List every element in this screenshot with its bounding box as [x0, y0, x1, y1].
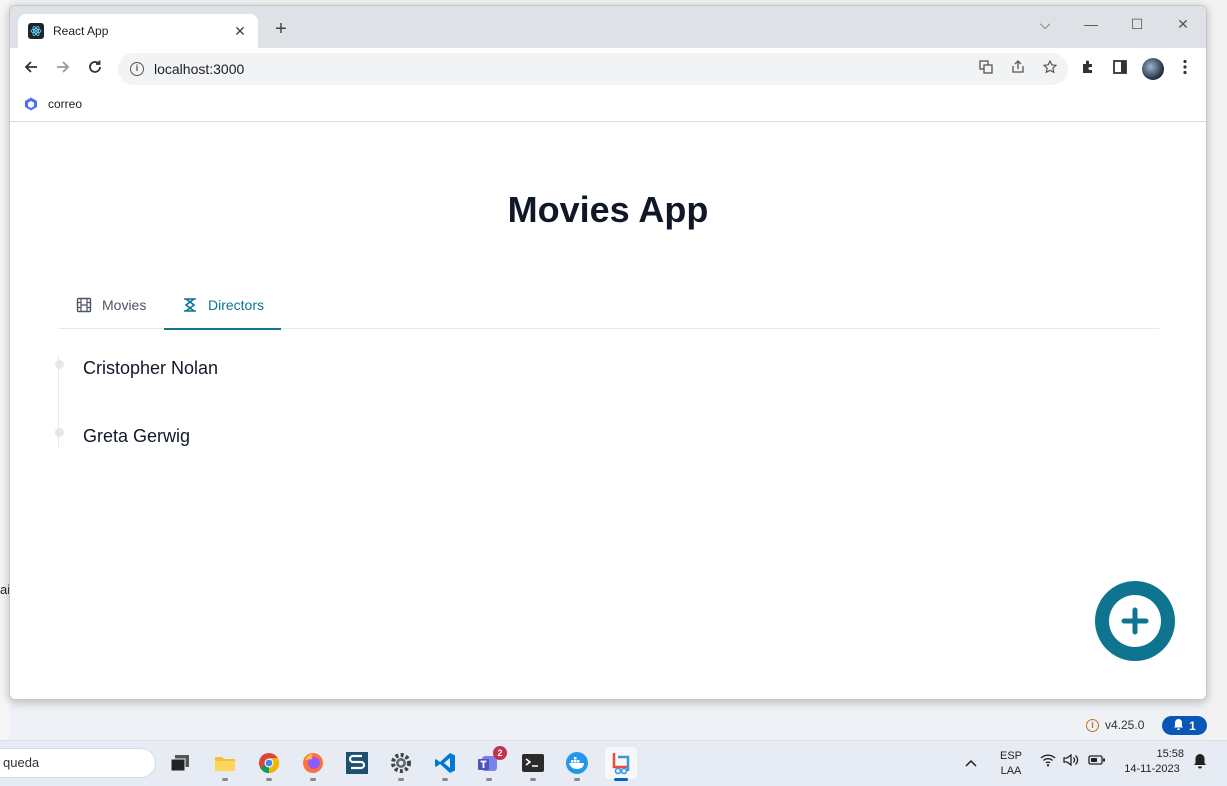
- browser-window: React App ✕ + ⌵ — ☐ ✕ i localhost:3000 c…: [9, 5, 1207, 700]
- notification-badge[interactable]: 1: [1162, 716, 1207, 735]
- plus-circle-icon: [1109, 595, 1161, 647]
- timeline-dot: [55, 360, 64, 369]
- side-panel-icon[interactable]: [1110, 59, 1130, 79]
- running-indicator: [442, 778, 448, 781]
- page-title: Movies App: [507, 189, 709, 230]
- add-director-button[interactable]: [1095, 581, 1175, 661]
- notifications-icon[interactable]: [1193, 753, 1207, 772]
- profile-avatar[interactable]: [1142, 58, 1164, 80]
- tab-title: React App: [53, 24, 109, 38]
- running-indicator: [310, 778, 316, 781]
- wifi-icon[interactable]: [1040, 753, 1056, 770]
- volume-icon[interactable]: [1063, 753, 1079, 770]
- vscode-icon[interactable]: [429, 747, 461, 781]
- forward-arrow-icon[interactable]: [50, 56, 76, 82]
- bookmarks-bar: correo: [10, 90, 1206, 122]
- clock[interactable]: 15:58 14-11-2023: [1116, 748, 1188, 775]
- snipping-tool-icon[interactable]: [605, 747, 637, 781]
- list-item-director[interactable]: Cristopher Nolan: [83, 358, 218, 379]
- teams-badge: 2: [493, 746, 507, 760]
- correo-icon: [25, 97, 37, 111]
- site-info-icon[interactable]: i: [130, 62, 144, 76]
- tab-close-icon[interactable]: ✕: [232, 23, 248, 40]
- bookmark-star-icon[interactable]: [1040, 59, 1060, 80]
- running-indicator: [398, 778, 404, 781]
- tab-search-icon[interactable]: ⌵: [1022, 10, 1068, 38]
- running-indicator: [222, 778, 228, 781]
- chrome-icon[interactable]: [253, 747, 285, 781]
- back-arrow-icon[interactable]: [18, 56, 44, 82]
- running-indicator: [614, 778, 628, 781]
- app-page: Movies App Movies Directors Cristopher N…: [10, 123, 1206, 699]
- windows-taskbar: queda 2 ESP LAA 15:58 14-11-2023: [0, 740, 1227, 786]
- tab-directors-label: Directors: [208, 296, 265, 313]
- tab-directors[interactable]: Directors: [164, 281, 281, 330]
- reload-icon[interactable]: [82, 56, 108, 82]
- address-bar[interactable]: i localhost:3000: [118, 53, 1068, 85]
- running-indicator: [530, 778, 536, 781]
- browser-toolbar: i localhost:3000: [10, 48, 1206, 90]
- task-view-icon[interactable]: [164, 747, 196, 779]
- translate-icon[interactable]: [976, 60, 996, 80]
- extensions-puzzle-icon[interactable]: [1078, 59, 1098, 79]
- maximize-button[interactable]: ☐: [1114, 10, 1160, 38]
- running-indicator: [486, 778, 492, 781]
- file-explorer-icon[interactable]: [209, 747, 241, 781]
- react-icon: [28, 23, 44, 39]
- language-code: ESP: [999, 750, 1022, 762]
- list-item-director[interactable]: Greta Gerwig: [83, 426, 190, 447]
- clock-time: 15:58: [1156, 748, 1184, 760]
- minimize-button[interactable]: —: [1068, 10, 1114, 38]
- menu-kebab-icon[interactable]: [1175, 59, 1195, 79]
- timeline-dot: [55, 428, 64, 437]
- version-text: v4.25.0: [1105, 718, 1145, 732]
- version-indicator: i v4.25.0: [1086, 718, 1144, 732]
- teams-icon[interactable]: 2: [473, 746, 507, 781]
- running-indicator: [574, 778, 580, 781]
- close-window-button[interactable]: ✕: [1160, 10, 1206, 38]
- status-strip: i v4.25.0 1: [0, 710, 1227, 740]
- film-icon: [76, 297, 92, 313]
- desktop-background-left: [0, 0, 9, 740]
- desktop-background-right: [1207, 0, 1227, 740]
- tab-movies-label: Movies: [102, 297, 147, 313]
- language-layout: LAA: [1000, 765, 1022, 777]
- battery-icon[interactable]: [1088, 753, 1106, 769]
- input-language[interactable]: ESP LAA: [996, 750, 1026, 777]
- docker-icon[interactable]: [561, 747, 593, 781]
- clock-date: 14-11-2023: [1124, 763, 1180, 775]
- new-tab-button[interactable]: +: [270, 18, 292, 40]
- bookmark-label: correo: [48, 97, 83, 111]
- tab-movies[interactable]: Movies: [76, 281, 146, 329]
- bookmark-correo[interactable]: correo: [24, 97, 82, 111]
- running-indicator: [266, 778, 272, 781]
- taskbar-search-input[interactable]: queda: [0, 748, 156, 778]
- director-icon: [184, 297, 196, 312]
- show-hidden-icons-chevron-icon[interactable]: [965, 754, 977, 770]
- browser-tab-react-app[interactable]: React App ✕: [18, 14, 258, 48]
- notification-count: 1: [1189, 718, 1196, 733]
- sublime-app-icon[interactable]: [341, 747, 373, 779]
- tab-strip: React App ✕ + ⌵ — ☐ ✕: [10, 6, 1206, 48]
- settings-gear-icon[interactable]: [385, 747, 417, 781]
- firefox-icon[interactable]: [297, 747, 329, 781]
- info-icon: i: [1086, 718, 1099, 732]
- terminal-icon[interactable]: [517, 747, 549, 781]
- share-icon[interactable]: [1008, 60, 1028, 80]
- bell-icon: [1173, 718, 1184, 733]
- url-text: localhost:3000: [154, 61, 245, 77]
- app-tabs: Movies Directors: [59, 281, 1159, 330]
